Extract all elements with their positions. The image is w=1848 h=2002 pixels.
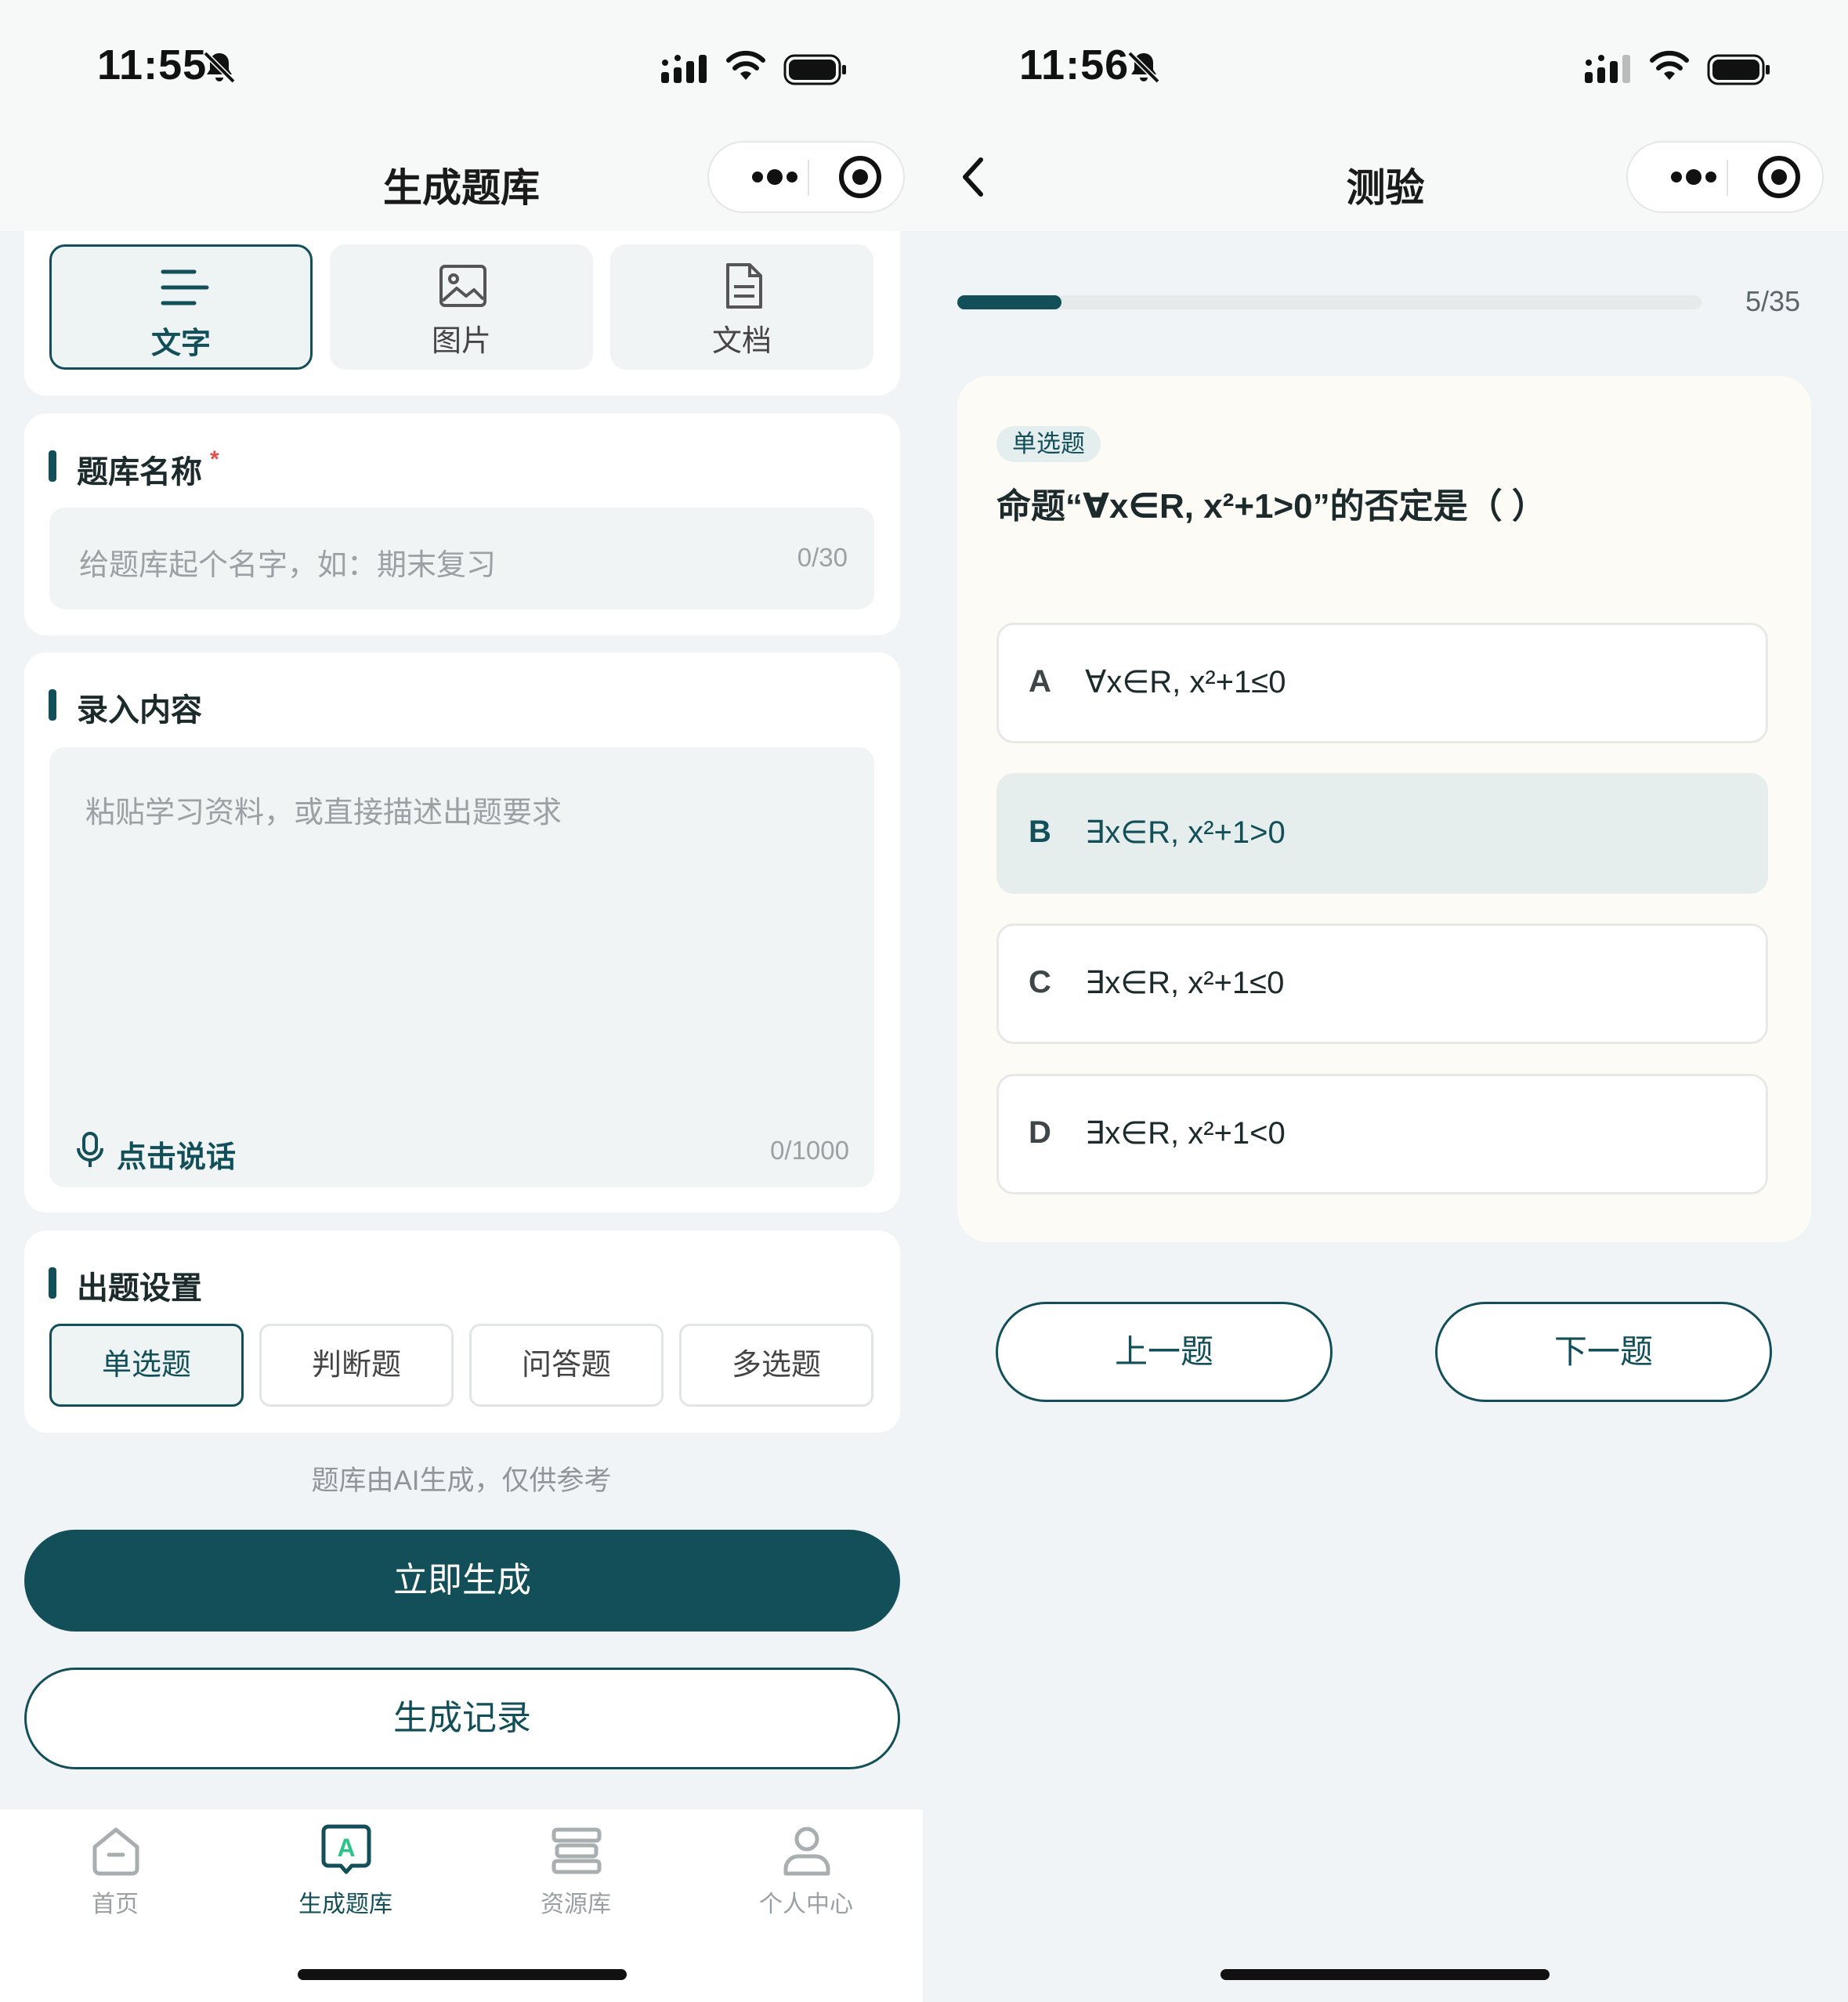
section-marker — [49, 450, 56, 482]
tab-profile-label: 个人中心 — [759, 1892, 853, 1917]
mini-program-capsule — [707, 141, 905, 213]
progress-bar — [957, 295, 1702, 309]
status-time: 11:55 — [97, 42, 208, 89]
section-marker — [49, 1267, 56, 1299]
ai-disclaimer: 题库由AI生成，仅供参考 — [311, 1465, 612, 1496]
next-question-button[interactable]: 下一题 — [1435, 1302, 1772, 1402]
nav-bar: 生成题库 — [0, 117, 923, 231]
document-icon — [726, 263, 762, 309]
wifi-icon — [726, 50, 765, 80]
option-b[interactable]: B ∃x∈R, x²+1>0 — [996, 773, 1768, 894]
home-indicator — [1221, 1969, 1550, 1980]
question-card: 单选题 命题“∀x∈R, x²+1>0”的否定是（ ） A ∀x∈R, x²+1… — [957, 376, 1811, 1242]
bank-name-input[interactable]: 给题库起个名字，如：期末复习 0/30 — [49, 508, 874, 609]
bell-muted-icon — [203, 51, 236, 84]
mode-text-label: 文字 — [150, 327, 211, 360]
library-icon — [552, 1827, 602, 1874]
microphone-icon — [77, 1132, 103, 1167]
type-multiple-choice[interactable]: 多选题 — [679, 1324, 873, 1407]
mode-image-label: 图片 — [431, 325, 491, 358]
mode-document-label: 文档 — [711, 325, 772, 358]
capsule-divider — [808, 160, 809, 196]
option-letter: B — [1029, 815, 1051, 849]
status-time: 11:56 — [1019, 42, 1130, 89]
generate-bank-icon: A — [321, 1824, 371, 1874]
tab-home-label: 首页 — [92, 1892, 139, 1917]
close-target-icon[interactable] — [825, 143, 895, 211]
quiz-screen: 11:56 测验 5/35 单选题 命题“∀x∈R, x²+1>0”的否定是（ … — [923, 0, 1848, 2002]
option-text: ∃x∈R, x²+1>0 — [1085, 815, 1286, 850]
capsule-divider — [1727, 160, 1728, 196]
question-type-badge: 单选题 — [996, 426, 1101, 462]
tab-library-label: 资源库 — [541, 1892, 611, 1917]
status-bar: 11:56 — [923, 0, 1848, 117]
bank-name-counter: 0/30 — [797, 543, 848, 572]
tab-home[interactable]: 首页 — [0, 1809, 230, 1935]
progress-fill — [957, 295, 1061, 309]
tab-generate-bank[interactable]: A 生成题库 — [230, 1809, 461, 1935]
content-counter: 0/1000 — [770, 1136, 849, 1165]
history-button[interactable]: 生成记录 — [24, 1668, 900, 1769]
battery-icon — [783, 54, 846, 85]
voice-input-label: 点击说话 — [117, 1141, 237, 1174]
previous-question-button[interactable]: 上一题 — [996, 1302, 1333, 1402]
option-text: ∃x∈R, x²+1<0 — [1085, 1116, 1286, 1151]
question-text: 命题“∀x∈R, x²+1>0”的否定是（ ） — [996, 487, 1546, 526]
settings-title: 出题设置 — [77, 1271, 202, 1306]
mini-program-capsule — [1626, 141, 1824, 213]
option-c[interactable]: C ∃x∈R, x²+1≤0 — [996, 923, 1768, 1044]
bottom-tab-bar: 首页 A 生成题库 资源库 个人中心 — [0, 1809, 923, 2002]
home-icon — [92, 1827, 139, 1876]
tab-generate-bank-label: 生成题库 — [298, 1892, 392, 1917]
bell-muted-icon — [1127, 51, 1160, 84]
tab-library[interactable]: 资源库 — [461, 1809, 691, 1935]
generate-button[interactable]: 立即生成 — [24, 1530, 900, 1632]
required-mark: * — [210, 446, 219, 472]
option-d[interactable]: D ∃x∈R, x²+1<0 — [996, 1074, 1768, 1194]
content-placeholder: 粘贴学习资料，或直接描述出题要求 — [85, 797, 562, 829]
mode-document-tab[interactable]: 文档 — [610, 244, 873, 370]
content-textarea[interactable]: 粘贴学习资料，或直接描述出题要求 点击说话 0/1000 — [49, 747, 874, 1187]
image-icon — [439, 265, 486, 307]
section-marker — [49, 689, 56, 721]
content-title: 录入内容 — [77, 693, 202, 728]
nav-bar: 测验 — [923, 117, 1848, 231]
option-text: ∀x∈R, x²+1≤0 — [1085, 665, 1286, 699]
option-a[interactable]: A ∀x∈R, x²+1≤0 — [996, 623, 1768, 743]
option-letter: C — [1029, 965, 1051, 999]
svg-text:A: A — [337, 1834, 355, 1862]
option-letter: A — [1029, 664, 1051, 699]
progress-counter: 5/35 — [1745, 285, 1801, 317]
wifi-icon — [1650, 50, 1689, 80]
battery-icon — [1707, 54, 1770, 85]
status-bar: 11:55 — [0, 0, 923, 117]
mode-image-tab[interactable]: 图片 — [330, 244, 593, 370]
option-letter: D — [1029, 1115, 1051, 1150]
bank-name-placeholder: 给题库起个名字，如：期末复习 — [79, 549, 497, 582]
close-target-icon[interactable] — [1744, 143, 1814, 211]
tab-profile[interactable]: 个人中心 — [691, 1809, 921, 1935]
bank-name-title: 题库名称 * — [77, 446, 219, 490]
cellular-signal-icon — [1585, 55, 1630, 83]
generate-bank-screen: 11:55 生成题库 文字 图片 文档 题库名称 * 给题库起个名字，如：期末复… — [0, 0, 923, 2002]
home-indicator — [298, 1969, 627, 1980]
cellular-signal-icon — [661, 55, 707, 83]
type-short-answer[interactable]: 问答题 — [469, 1324, 664, 1407]
profile-icon — [783, 1827, 830, 1876]
type-true-false[interactable]: 判断题 — [259, 1324, 454, 1407]
text-lines-icon — [161, 269, 209, 305]
type-single-choice[interactable]: 单选题 — [49, 1324, 244, 1407]
option-text: ∃x∈R, x²+1≤0 — [1085, 966, 1285, 1000]
mode-text-tab[interactable]: 文字 — [49, 244, 313, 370]
